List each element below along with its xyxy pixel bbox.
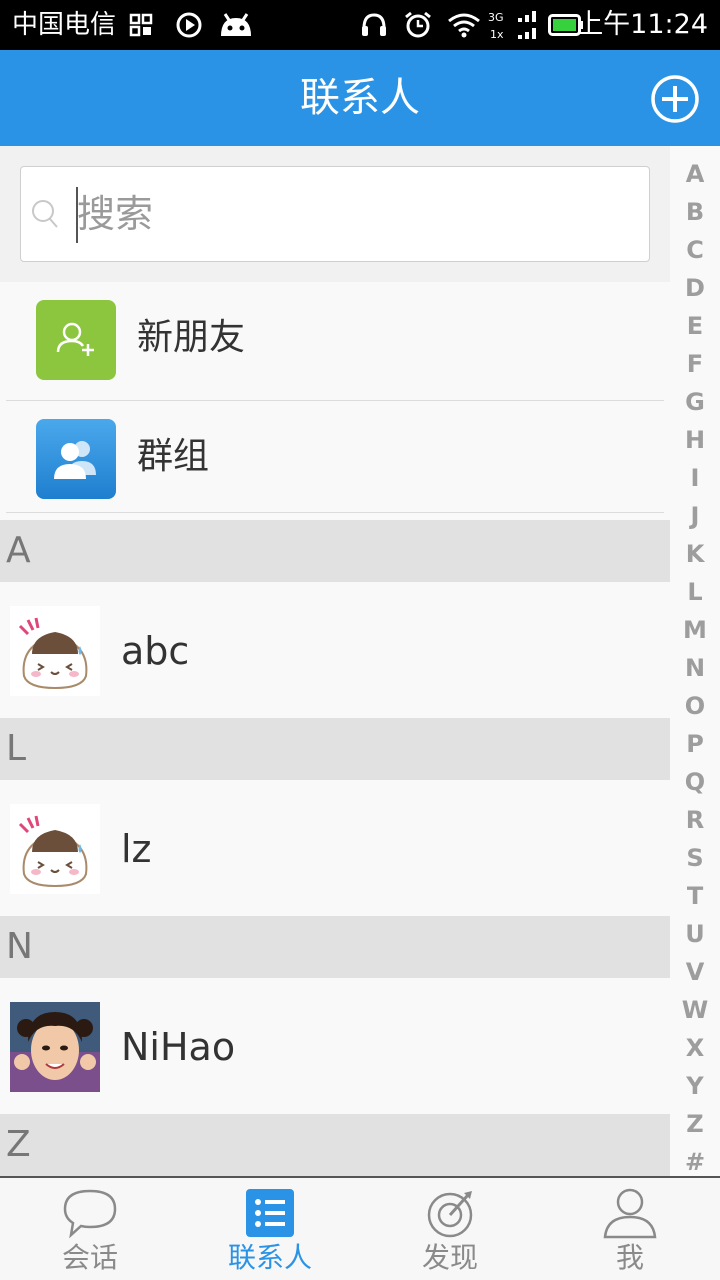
rice-ball-avatar [10, 606, 100, 696]
section-header-a: A [0, 520, 670, 582]
alarm-icon [402, 10, 434, 40]
section-letter: A [6, 530, 31, 571]
contact-name: lz [121, 827, 152, 871]
index-letter[interactable]: D [670, 269, 720, 307]
contacts-list-icon [240, 1186, 300, 1240]
index-letter[interactable]: I [670, 459, 720, 497]
contact-name: NiHao [121, 1025, 236, 1069]
section-letter: L [6, 728, 27, 769]
tab-contacts[interactable]: 联系人 [180, 1178, 360, 1280]
index-letter[interactable]: C [670, 231, 720, 269]
search-icon [31, 199, 59, 229]
contact-row-abc[interactable]: abc [0, 582, 670, 718]
index-letter[interactable]: G [670, 383, 720, 421]
clock-time: 上午11:24 [576, 9, 708, 40]
index-letter[interactable]: S [670, 839, 720, 877]
headset-icon [358, 10, 390, 40]
index-letter[interactable]: F [670, 345, 720, 383]
search-area [0, 146, 670, 282]
tab-conversations[interactable]: 会话 [0, 1178, 180, 1280]
section-letter: Z [6, 1124, 31, 1165]
divider [6, 512, 664, 513]
index-letter[interactable]: Z [670, 1105, 720, 1143]
index-letter[interactable]: O [670, 687, 720, 725]
wifi-icon [446, 10, 482, 40]
index-letter[interactable]: Q [670, 763, 720, 801]
status-bar: 中国电信 3G 1x 上午11:24 [0, 0, 720, 50]
index-letter[interactable]: A [670, 155, 720, 193]
tab-label: 发现 [421, 1241, 478, 1274]
add-friend-icon [36, 300, 116, 380]
index-letter[interactable]: P [670, 725, 720, 763]
tab-label: 会话 [61, 1241, 118, 1274]
section-letter: N [6, 926, 33, 967]
section-header-n: N [0, 916, 670, 978]
bottom-tab-bar: 会话 联系人 发现 我 [0, 1176, 720, 1280]
index-letter[interactable]: M [670, 611, 720, 649]
index-letter[interactable]: H [670, 421, 720, 459]
alphabet-index[interactable]: A B C D E F G H I J K L M N O P Q R S T U V W X Y Z # [670, 146, 720, 1176]
signal-label-top: 3G [488, 11, 504, 24]
tab-label: 联系人 [227, 1241, 312, 1274]
signal-label-bottom: 1x [490, 28, 504, 41]
cell-signal-icon: 3G 1x [488, 10, 540, 41]
index-letter[interactable]: K [670, 535, 720, 573]
index-letter[interactable]: B [670, 193, 720, 231]
person-icon [600, 1186, 660, 1240]
index-letter[interactable]: J [670, 497, 720, 535]
new-friends-row[interactable]: 新朋友 [0, 282, 670, 394]
tab-me[interactable]: 我 [540, 1178, 720, 1280]
index-letter[interactable]: L [670, 573, 720, 611]
index-letter[interactable]: N [670, 649, 720, 687]
index-letter[interactable]: W [670, 991, 720, 1029]
new-friends-label: 新朋友 [137, 317, 246, 358]
android-icon [216, 10, 256, 40]
search-input[interactable] [77, 167, 637, 261]
play-icon [174, 10, 204, 40]
groups-row[interactable]: 群组 [0, 401, 670, 513]
index-letter[interactable]: R [670, 801, 720, 839]
page-title: 联系人 [300, 75, 420, 121]
groups-label: 群组 [137, 436, 210, 477]
group-icon [36, 419, 116, 499]
tab-discover[interactable]: 发现 [360, 1178, 540, 1280]
photo-avatar [10, 1002, 100, 1092]
search-box[interactable] [20, 166, 650, 262]
add-contact-button[interactable] [650, 74, 700, 124]
title-bar: 联系人 [0, 50, 720, 146]
carrier-label: 中国电信 [12, 10, 117, 40]
chat-bubble-icon [60, 1186, 120, 1240]
index-letter[interactable]: Y [670, 1067, 720, 1105]
index-letter[interactable]: U [670, 915, 720, 953]
index-letter[interactable]: V [670, 953, 720, 991]
tab-label: 我 [615, 1241, 644, 1274]
contact-list[interactable]: 新朋友 群组 A abc L lz N NiHao [0, 146, 670, 1176]
plus-circle-icon [651, 75, 699, 123]
discover-radar-icon [420, 1186, 480, 1240]
contact-name: abc [121, 629, 190, 673]
contact-row-lz[interactable]: lz [0, 780, 670, 916]
index-letter[interactable]: E [670, 307, 720, 345]
section-header-l: L [0, 718, 670, 780]
rice-ball-avatar [10, 804, 100, 894]
index-letter[interactable]: T [670, 877, 720, 915]
contact-row-nihao[interactable]: NiHao [0, 978, 670, 1114]
section-header-z: Z [0, 1114, 670, 1176]
index-letter[interactable]: X [670, 1029, 720, 1067]
app-grid-icon [128, 10, 154, 40]
